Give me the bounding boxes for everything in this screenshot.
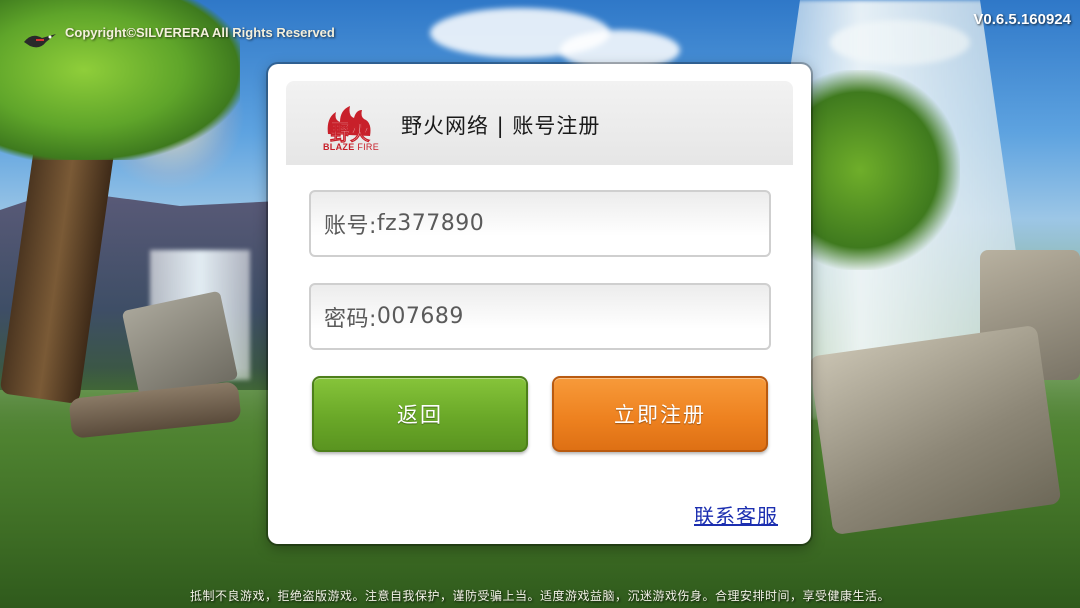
register-now-button[interactable]: 立即注册 xyxy=(552,376,768,452)
stone-block xyxy=(808,324,1062,536)
copyright-text: Copyright©SILVERERA All Rights Reserved xyxy=(65,25,335,40)
register-dialog: 野火 BLAZE FIRE 野火网络 | 账号注册 账号: fz377890 密… xyxy=(268,64,811,544)
account-input[interactable]: 账号: fz377890 xyxy=(309,190,771,257)
customer-service-link[interactable]: 联系客服 xyxy=(694,500,778,529)
back-button[interactable]: 返回 xyxy=(312,376,528,452)
dialog-title: 野火网络 | 账号注册 xyxy=(401,114,601,138)
account-label: 账号: xyxy=(324,213,377,239)
dialog-header: 野火 BLAZE FIRE 野火网络 | 账号注册 xyxy=(286,81,793,165)
account-value[interactable]: fz377890 xyxy=(377,211,484,236)
password-value[interactable]: 007689 xyxy=(377,304,464,329)
bird-icon xyxy=(24,34,56,48)
logo-brand-primary: BLAZE xyxy=(323,142,355,152)
version-label: V0.6.5.160924 xyxy=(973,11,1071,28)
password-input[interactable]: 密码: 007689 xyxy=(309,283,771,350)
password-label: 密码: xyxy=(324,306,377,332)
logo-brand-secondary: FIRE xyxy=(357,142,380,152)
logo-brand-text: BLAZE FIRE xyxy=(323,142,379,152)
tree-leaves xyxy=(0,0,240,160)
health-game-notice: 抵制不良游戏，拒绝盗版游戏。注意自我保护，谨防受骗上当。适度游戏益脑，沉迷游戏伤… xyxy=(189,589,890,603)
